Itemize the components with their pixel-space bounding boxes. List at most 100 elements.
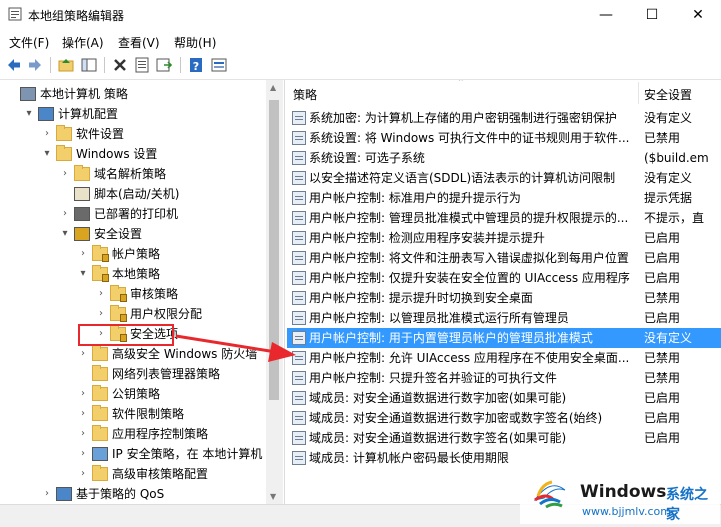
column-header-setting[interactable]: 安全设置 (644, 80, 693, 106)
windows-logo-icon (533, 480, 566, 509)
policy-row[interactable]: 用户帐户控制: 管理员批准模式中管理员的提升权限提示的... 不提示，直 (287, 208, 721, 228)
policy-name: 系统设置: 将 Windows 可执行文件中的证书规则用于软件... (309, 131, 630, 145)
policy-row[interactable]: 用户帐户控制: 将文件和注册表写入错误虚拟化到每用户位置 已启用 (287, 248, 721, 268)
collapse-icon[interactable]: ▾ (78, 264, 88, 284)
expand-icon[interactable]: › (60, 164, 70, 184)
policy-icon (292, 231, 306, 245)
expand-icon[interactable]: › (78, 344, 88, 364)
policy-row[interactable]: 用户帐户控制: 提示提升时切换到安全桌面 已禁用 (287, 288, 721, 308)
policy-row[interactable]: 用户帐户控制: 用于内置管理员帐户的管理员批准模式 没有定义 (287, 328, 721, 348)
title-bar: 本地组策略编辑器 — ☐ ✕ (0, 0, 721, 30)
tree-item-label: 软件设置 (76, 127, 125, 141)
expand-icon[interactable]: › (78, 404, 88, 424)
collapse-icon[interactable]: ▾ (24, 104, 34, 124)
policy-row[interactable]: 以安全描述符定义语言(SDDL)语法表示的计算机访问限制 没有定义 (287, 168, 721, 188)
policy-icon (292, 311, 306, 325)
close-button[interactable]: ✕ (675, 0, 721, 30)
policy-setting: 已启用 (644, 271, 681, 285)
expand-icon[interactable]: › (78, 464, 88, 484)
policy-row[interactable]: 域成员: 对安全通道数据进行数字加密(如果可能) 已启用 (287, 388, 721, 408)
expand-icon[interactable]: › (78, 244, 88, 264)
expand-icon[interactable]: › (96, 304, 106, 324)
tree-scrollbar[interactable]: ▲ ▼ (266, 80, 283, 504)
view-icon[interactable] (210, 56, 228, 74)
toolbar: ? (0, 52, 721, 80)
policy-icon (292, 251, 306, 265)
policy-setting: 已启用 (644, 391, 681, 405)
column-header-policy[interactable]: 策略 (293, 80, 318, 106)
expand-icon[interactable]: › (60, 204, 70, 224)
chart-icon (56, 487, 72, 501)
window: 本地组策略编辑器 — ☐ ✕ 文件(F) 操作(A) 查看(V) 帮助(H) ?… (0, 0, 721, 527)
menu-view[interactable]: 查看(V) (118, 34, 160, 51)
policy-icon (292, 111, 306, 125)
delete-icon[interactable] (111, 56, 129, 74)
expand-icon[interactable]: › (78, 444, 88, 464)
tree-item-label: 域名解析策略 (94, 167, 167, 181)
policy-row[interactable]: 用户帐户控制: 检测应用程序安装并提示提升 已启用 (287, 228, 721, 248)
policy-icon (292, 411, 306, 425)
watermark-brand-cn: 系统之家 (666, 487, 708, 523)
tree-item-label: 基于策略的 QoS (76, 487, 165, 501)
collapse-icon[interactable]: ▾ (42, 144, 52, 164)
collapse-icon[interactable]: ▾ (60, 224, 70, 244)
policy-setting: 已启用 (644, 231, 681, 245)
up-folder-icon[interactable] (57, 56, 75, 74)
policy-row[interactable]: 用户帐户控制: 只提升签名并验证的可执行文件 已禁用 (287, 368, 721, 388)
policy-icon (292, 371, 306, 385)
help-icon[interactable]: ? (187, 56, 205, 74)
properties-icon[interactable] (133, 56, 151, 74)
policy-row[interactable]: 用户帐户控制: 仅提升安装在安全位置的 UIAccess 应用程序 已启用 (287, 268, 721, 288)
policy-name: 域成员: 对安全通道数据进行数字签名(如果可能) (309, 431, 567, 445)
policy-setting: 不提示，直 (644, 211, 705, 225)
policy-row[interactable]: 用户帐户控制: 标准用户的提升提示行为 提示凭据 (287, 188, 721, 208)
tree-item-label: 网络列表管理器策略 (112, 367, 221, 381)
policy-icon (292, 271, 306, 285)
policy-row[interactable]: 系统加密: 为计算机上存储的用户密钥强制进行强密钥保护 没有定义 (287, 108, 721, 128)
menu-action[interactable]: 操作(A) (62, 34, 104, 51)
policy-row[interactable]: 域成员: 对安全通道数据进行数字签名(如果可能) 已启用 (287, 428, 721, 448)
policy-setting: 已禁用 (644, 131, 681, 145)
tree-item-label: 软件限制策略 (112, 407, 185, 421)
menu-file[interactable]: 文件(F) (9, 34, 49, 51)
svg-text:?: ? (193, 60, 199, 73)
export-icon[interactable] (155, 56, 173, 74)
tree-scroll-thumb[interactable] (269, 100, 279, 400)
expand-icon[interactable]: › (78, 424, 88, 444)
policy-row[interactable]: 系统设置: 将 Windows 可执行文件中的证书规则用于软件... 已禁用 (287, 128, 721, 148)
tree-item-label: 脚本(启动/关机) (94, 187, 180, 201)
policy-name: 域成员: 计算机帐户密码最长使用期限 (309, 451, 509, 465)
menu-help[interactable]: 帮助(H) (174, 34, 216, 51)
back-icon[interactable] (5, 56, 23, 74)
policy-row[interactable]: 域成员: 计算机帐户密码最长使用期限 (287, 448, 721, 468)
policy-row[interactable]: 用户帐户控制: 以管理员批准模式运行所有管理员 已启用 (287, 308, 721, 328)
policy-name: 用户帐户控制: 以管理员批准模式运行所有管理员 (309, 311, 569, 325)
policy-name: 系统加密: 为计算机上存储的用户密钥强制进行强密钥保护 (309, 111, 617, 125)
policy-row[interactable]: 域成员: 对安全通道数据进行数字加密或数字签名(始终) 已启用 (287, 408, 721, 428)
tree-item-label: 已部署的打印机 (94, 207, 179, 221)
policy-name: 用户帐户控制: 提示提升时切换到安全桌面 (309, 291, 533, 305)
folder-icon (56, 125, 72, 141)
tree-item-label: 计算机配置 (58, 107, 119, 121)
forward-icon[interactable] (26, 56, 44, 74)
policy-row[interactable]: 用户帐户控制: 允许 UIAccess 应用程序在不使用安全桌面... 已禁用 (287, 348, 721, 368)
menu-bar: 文件(F) 操作(A) 查看(V) 帮助(H) (0, 30, 721, 52)
expand-icon[interactable]: › (42, 124, 52, 144)
folder-icon (92, 385, 108, 401)
policy-row[interactable]: 系统设置: 可选子系统 ($build.em (287, 148, 721, 168)
folder-icon (92, 425, 108, 441)
no-toggle (78, 364, 88, 384)
expand-icon[interactable]: › (42, 484, 52, 504)
policy-icon (292, 291, 306, 305)
policy-name: 用户帐户控制: 将文件和注册表写入错误虚拟化到每用户位置 (309, 251, 629, 265)
tree-item-label: 用户权限分配 (130, 307, 203, 321)
policy-icon (292, 451, 306, 465)
show-tree-icon[interactable] (80, 56, 98, 74)
policy-name: 用户帐户控制: 允许 UIAccess 应用程序在不使用安全桌面... (309, 351, 630, 365)
minimize-button[interactable]: — (583, 0, 629, 30)
policy-name: 系统设置: 可选子系统 (309, 151, 425, 165)
expand-icon[interactable]: › (78, 384, 88, 404)
monitor-icon (38, 107, 54, 121)
expand-icon[interactable]: › (96, 284, 106, 304)
maximize-button[interactable]: ☐ (629, 0, 675, 30)
